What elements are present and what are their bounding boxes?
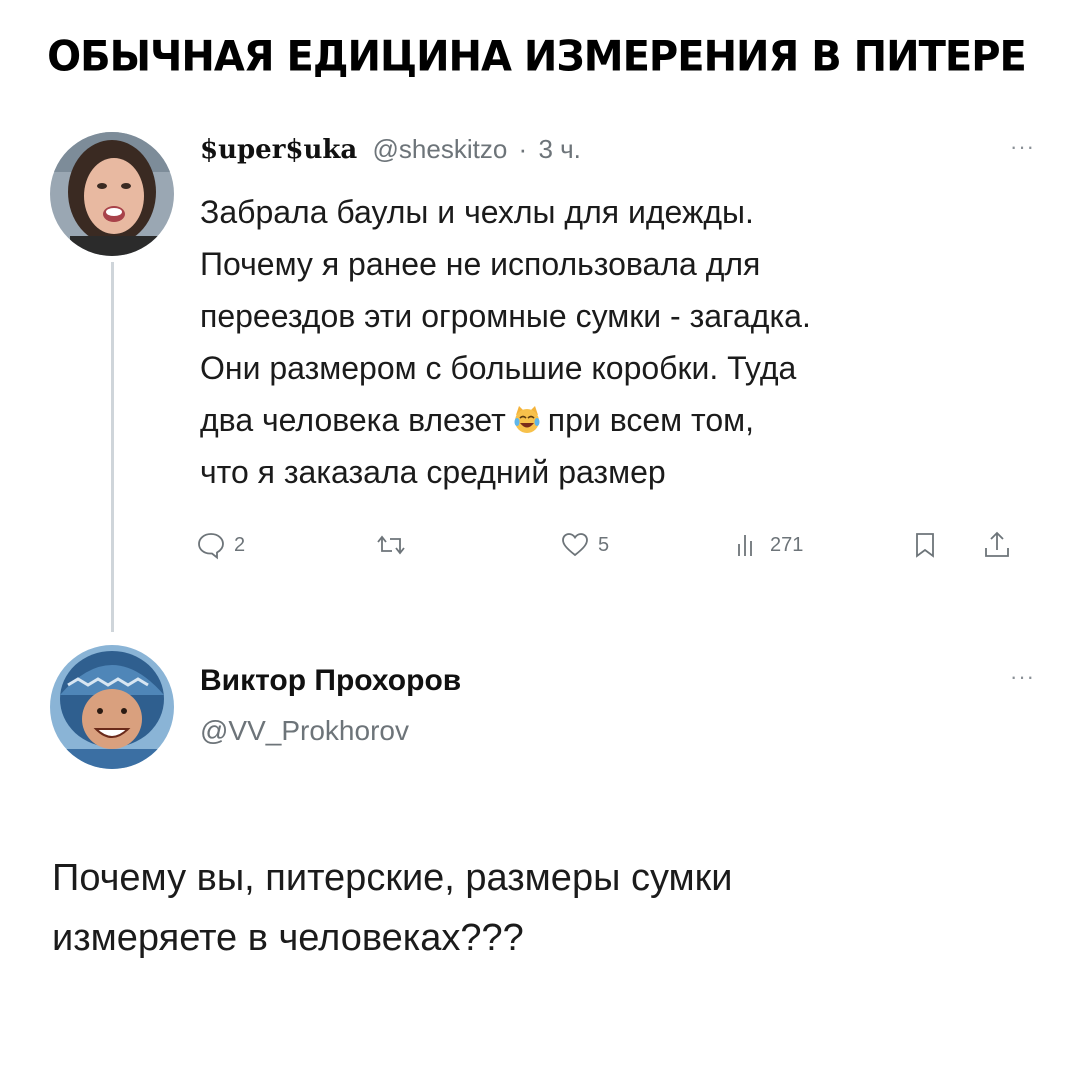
avatar-image [50, 645, 174, 769]
tweet2-line-1: Почему вы, питерские, размеры сумки [52, 857, 733, 899]
bookmark-icon [916, 533, 934, 558]
tweet1-separator: · [518, 134, 528, 164]
tweet1-line-6: что я заказала средний размер [200, 454, 666, 490]
heart-icon [562, 533, 588, 557]
tweet1-handle[interactable]: @sheskitzo [373, 134, 508, 164]
views-button[interactable]: 271 [732, 530, 803, 560]
share-icon [985, 531, 1009, 557]
tweet1-action-bar: 2 5 271 [196, 530, 1056, 570]
tweet1-line-5a: два человека влезет [200, 402, 506, 438]
tweet2-more-icon[interactable]: ··· [1010, 664, 1035, 690]
user-avatar-superuka[interactable] [50, 132, 174, 256]
meme-headline: ОБЫЧНАЯ ЕДИЦИНА ИЗМЕРЕНИЯ В ПИТЕРЕ [47, 32, 1027, 82]
tweet2-handle[interactable]: @VV_Prokhorov [200, 715, 409, 747]
views-count: 271 [770, 533, 804, 556]
like-button[interactable]: 5 [560, 530, 609, 560]
tweet1-display-name[interactable]: $uper$uka [200, 135, 357, 165]
bookmark-button[interactable] [910, 530, 940, 560]
tweet1-line-3: переездов эти огромные сумки - загадка. [200, 298, 811, 334]
user-avatar-vv-prokhorov[interactable] [50, 645, 174, 769]
thread-connector-line [111, 262, 114, 632]
retweet-icon [377, 535, 405, 555]
tweet1-line-2: Почему я ранее не использовала для [200, 246, 761, 282]
tweet1-line-5b: при всем том, [547, 402, 754, 438]
tweet1-line-4: Они размером с большие коробки. Туда [200, 350, 797, 386]
tweet1-more-icon[interactable]: ··· [1010, 134, 1035, 160]
reply-button[interactable]: 2 [196, 530, 245, 560]
tweet1-line-1: Забрала баулы и чехлы для идежды. [200, 194, 754, 230]
laughing-cat-icon [514, 406, 540, 433]
tweet1-text: Забрала баулы и чехлы для идежды. Почему… [200, 186, 1050, 498]
views-icon [738, 535, 752, 556]
share-button[interactable] [982, 530, 1012, 560]
like-count: 5 [598, 533, 610, 556]
avatar-image [50, 132, 174, 256]
tweet1-header: $uper$uka @sheskitzo · 3 ч. [200, 134, 581, 165]
retweet-button[interactable] [376, 530, 414, 560]
reply-count: 2 [234, 533, 246, 556]
tweet1-time[interactable]: 3 ч. [538, 134, 580, 164]
tweet1-line-5: два человека влезет при всем том, [200, 394, 1050, 446]
tweet2-text: Почему вы, питерские, размеры сумки изме… [52, 848, 1032, 968]
reply-icon [198, 533, 224, 560]
tweet2-display-name[interactable]: Виктор Прохоров [200, 664, 461, 698]
tweet2-line-2: измеряете в человеках??? [52, 917, 524, 959]
